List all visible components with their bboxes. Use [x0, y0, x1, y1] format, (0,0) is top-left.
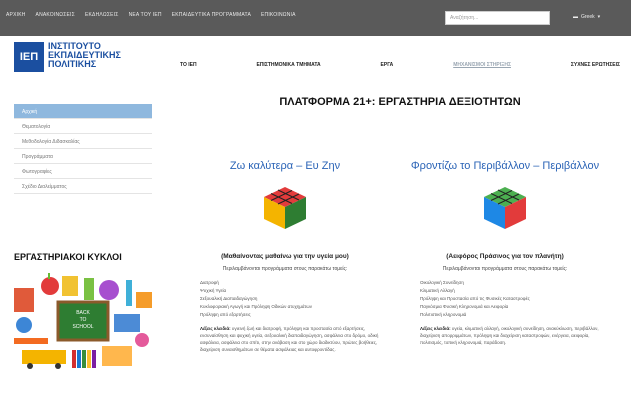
sidebar-item[interactable]: Σχέδιο Διαλείμματος [14, 179, 152, 194]
logo-line: ΠΟΛΙΤΙΚΗΣ [48, 59, 97, 69]
list-item: Πρόληψη από εξαρτήσεις [200, 312, 251, 317]
main-nav-item-active[interactable]: ΜΗΧΑΝΙΣΜΟΙ ΣΤΗΡΙΞΗΣ [453, 62, 511, 68]
sidebar-item[interactable]: Προγράμματα [14, 149, 152, 164]
sidebar-item[interactable]: Θεματολογία [14, 119, 152, 134]
logo-text: ΙΝΣΤΙΤΟΥΤΟ ΕΚΠΑΙΔΕΥΤΙΚΗΣ ΠΟΛΙΤΙΚΗΣ [48, 42, 121, 69]
top-nav: ΑΡΧΙΚΗ ΑΝΑΚΟΙΝΩΣΕΙΣ ΕΚΔΗΛΩΣΕΙΣ ΝΕΑ ΤΟΥ Ι… [6, 12, 296, 18]
list-item: Πρόληψη και Προστασία από τις Φυσικές Κα… [420, 296, 530, 301]
main-nav-item[interactable]: ΤΟ ΙΕΠ [180, 62, 197, 68]
list-item: Πολιτιστική κληρονομιά [420, 312, 467, 317]
top-nav-link[interactable]: ΝΕΑ ΤΟΥ ΙΕΠ [129, 12, 162, 18]
book-icon [14, 288, 34, 312]
folder-icon [62, 276, 78, 296]
program-description: Λέξεις κλειδιά: υγιεινή ζωή και διατροφή… [200, 325, 380, 353]
bus-wheel [55, 363, 61, 369]
chevron-down-icon: ▾ [597, 14, 601, 20]
list-item: Οικολογική Συνείδηση [420, 280, 464, 285]
sidebar-item-home[interactable]: Αρχική [14, 104, 152, 119]
search-input[interactable]: Αναζήτηση... [445, 11, 550, 25]
logo-mark: ΙΕΠ [14, 42, 44, 72]
bus-wheel [27, 363, 33, 369]
crayon-icon [92, 350, 96, 368]
top-nav-link[interactable]: ΑΝΑΚΟΙΝΩΣΕΙΣ [36, 12, 75, 18]
program-list: Οικολογική Συνείδηση Κλιματική Αλλαγή Πρ… [420, 279, 600, 319]
globe-icon [16, 317, 32, 333]
list-item: Ψυχική Υγεία [200, 288, 227, 293]
apple-icon [41, 277, 59, 295]
rubiks-cube-icon [484, 187, 526, 229]
top-bar: ΑΡΧΙΚΗ ΑΝΑΚΟΙΝΩΣΕΙΣ ΕΚΔΗΛΩΣΕΙΣ ΝΕΑ ΤΟΥ Ι… [0, 0, 631, 36]
logo[interactable]: ΙΕΠ ΙΝΣΤΙΤΟΥΤΟ ΕΚΠΑΙΔΕΥΤΙΚΗΣ ΠΟΛΙΤΙΚΗΣ [14, 42, 121, 72]
program-column-health: Ζω καλύτερα – Ευ Ζην (Μαθαίνοντας μαθαίν… [190, 160, 380, 353]
program-subtitle: (Μαθαίνοντας μαθαίνω για την υγεία μου) [221, 253, 349, 260]
sidebar-item[interactable]: Φωτογραφίες [14, 164, 152, 179]
ball-icon [135, 333, 149, 347]
language-selector[interactable]: ▬ Greek ▾ [573, 14, 600, 20]
top-nav-link[interactable]: ΑΡΧΙΚΗ [6, 12, 26, 18]
crayon-icon [77, 350, 81, 368]
main-nav-item[interactable]: ΕΠΙΣΤΗΜΟΝΙΚΑ ΤΜΗΜΑΤΑ [256, 62, 320, 68]
list-item: Κυκλοφοριακή Αγωγή και Πρόληψη Οδικών ατ… [200, 304, 312, 309]
main-nav-item[interactable]: ΣΥΧΝΕΣ ΕΡΩΤΗΣΕΙΣ [571, 62, 620, 68]
blackboard-line: TO [80, 317, 87, 323]
list-item: Κλιματική Αλλαγή [420, 288, 455, 293]
crayon-icon [72, 350, 76, 368]
blackboard-line: BACK [76, 310, 90, 316]
top-nav-link[interactable]: ΕΚΠΑΙΔΕΥΤΙΚΑ ΠΡΟΓΡΑΜΜΑΤΑ [172, 12, 251, 18]
keywords-label: Λέξεις κλειδιά: [200, 326, 231, 331]
list-item: Παγκόσμια Φυσική Κληρονομιά και Αειφορία [420, 304, 509, 309]
apple-stem [48, 273, 50, 279]
school-bus-icon [22, 350, 66, 364]
top-nav-link[interactable]: ΕΠΙΚΟΙΝΩΝΙΑ [261, 12, 296, 18]
program-lead: Περιλαμβάνονται προγράμματα στους παρακά… [222, 266, 348, 272]
tube-icon [84, 278, 94, 300]
flag-icon: ▬ [573, 14, 578, 20]
top-nav-link[interactable]: ΕΚΔΗΛΩΣΕΙΣ [85, 12, 119, 18]
sidebar: Αρχική Θεματολογία Μεθοδολογία Διδασκαλί… [14, 104, 152, 194]
program-description: Λέξεις κλειδιά: υγεία, κλιματική αλλαγή,… [420, 325, 600, 346]
flask-icon [99, 280, 119, 300]
sidebar-item[interactable]: Μεθοδολογία Διδασκαλίας [14, 134, 152, 149]
program-list: Διατροφή Ψυχική Υγεία Σεξουαλική Διαπαιδ… [200, 279, 380, 319]
rubiks-cube-icon [264, 187, 306, 229]
workshop-title: ΕΡΓΑΣΤΗΡΙΑΚΟΙ ΚΥΚΛΟΙ [14, 252, 122, 262]
main-nav-item[interactable]: ΕΡΓΑ [381, 62, 394, 68]
language-label: Greek [581, 14, 595, 20]
keywords-label: Λέξεις κλειδιά: [420, 326, 451, 331]
program-column-environment: Φροντίζω το Περιβάλλον – Περιβάλλον (Αει… [410, 160, 600, 346]
pencil-icon [14, 338, 48, 344]
blackboard-line: SCHOOL [72, 324, 93, 330]
backpack-icon [102, 346, 132, 366]
list-item: Διατροφή [200, 280, 219, 285]
ruler-icon [126, 280, 132, 306]
program-title[interactable]: Ζω καλύτερα – Ευ Ζην [190, 160, 380, 173]
list-item: Σεξουαλική Διαπαιδαγώγηση [200, 296, 258, 301]
program-lead: Περιλαμβάνονται προγράμματα στους παρακά… [442, 266, 568, 272]
crayon-icon [82, 350, 86, 368]
calculator-icon [136, 292, 152, 308]
main-nav: ΤΟ ΙΕΠ ΕΠΙΣΤΗΜΟΝΙΚΑ ΤΜΗΜΑΤΑ ΕΡΓΑ ΜΗΧΑΝΙΣ… [180, 62, 620, 68]
program-subtitle: (Αειφόρος Πράσινος για τον πλανήτη) [446, 253, 564, 260]
crayon-icon [87, 350, 91, 368]
scissors-icon [114, 314, 140, 332]
school-supplies-illustration: BACK TO SCHOOL [14, 273, 152, 369]
page-title: ΠΛΑΤΦΟΡΜΑ 21+: ΕΡΓΑΣΤΗΡΙΑ ΔΕΞΙΟΤΗΤΩΝ [279, 96, 521, 108]
program-title[interactable]: Φροντίζω το Περιβάλλον – Περιβάλλον [410, 160, 600, 173]
